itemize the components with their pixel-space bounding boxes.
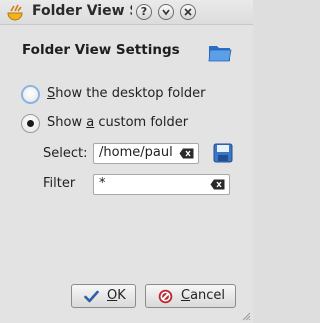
radio-selected-dot <box>27 120 34 127</box>
option-label: Show a custom folder <box>47 115 189 130</box>
clear-text-icon[interactable] <box>179 148 194 159</box>
filter-label: Filter <box>43 176 76 191</box>
resize-grip-icon[interactable] <box>241 311 251 321</box>
help-button[interactable]: ? <box>136 4 152 20</box>
shade-button[interactable] <box>158 4 174 20</box>
folder-view-settings-window: Folder View S ? Folder View Settings Sho… <box>0 0 253 323</box>
option-label: Show the desktop folder <box>47 86 206 101</box>
check-icon <box>84 290 99 303</box>
cancel-button[interactable]: Cancel <box>145 284 236 308</box>
clear-text-icon[interactable] <box>210 179 225 190</box>
close-button[interactable] <box>180 4 196 20</box>
folder-path-value: /home/paul <box>99 145 173 160</box>
dialog-heading: Folder View Settings <box>22 42 180 58</box>
folder-icon <box>208 46 232 62</box>
filter-input[interactable]: * <box>93 174 230 195</box>
close-icon <box>184 8 192 16</box>
select-label: Select: <box>43 146 88 161</box>
browse-folder-button[interactable] <box>211 141 235 165</box>
chevron-down-icon <box>162 9 170 16</box>
filter-value: * <box>99 176 106 191</box>
folder-path-input[interactable]: /home/paul <box>93 143 199 164</box>
ok-label: OK <box>107 288 126 303</box>
radio-button[interactable] <box>21 85 40 104</box>
window-title: Folder View S <box>32 3 132 19</box>
app-icon[interactable] <box>6 4 24 21</box>
cancel-label: Cancel <box>181 288 226 303</box>
ok-button[interactable]: OK <box>71 284 136 308</box>
cancel-icon <box>158 289 173 304</box>
radio-button[interactable] <box>21 114 40 133</box>
title-bar[interactable]: Folder View S ? <box>0 0 253 25</box>
